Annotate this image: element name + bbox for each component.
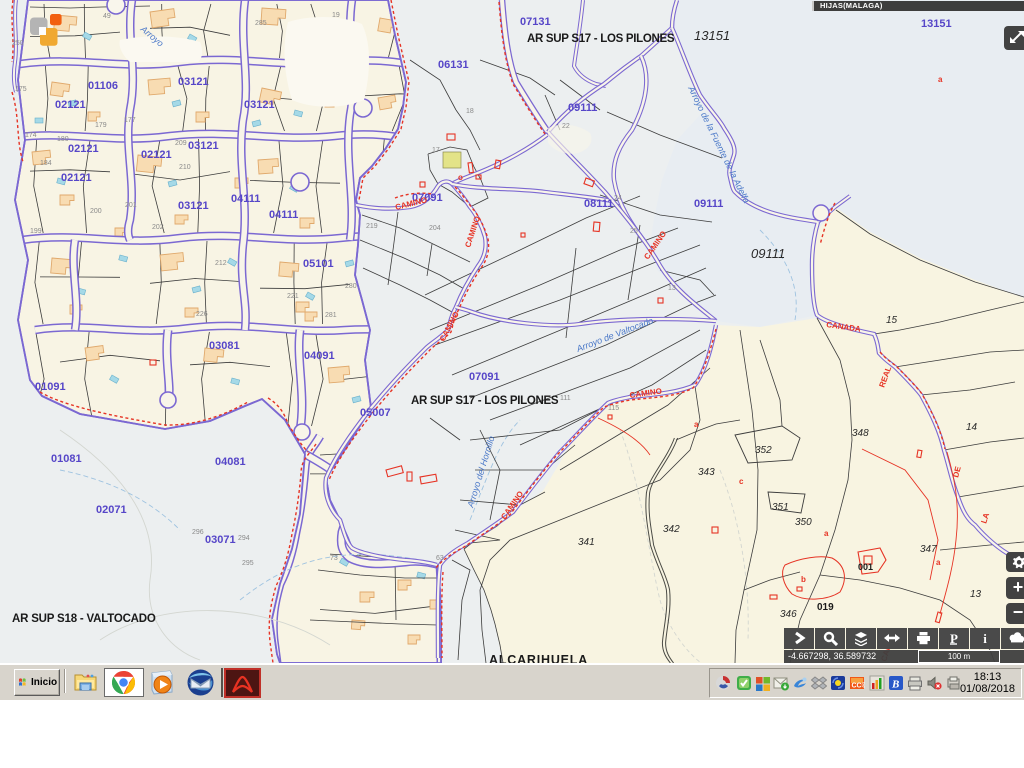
svg-text:115: 115 <box>608 405 619 412</box>
svg-text:179: 179 <box>95 122 107 129</box>
svg-text:07091: 07091 <box>469 371 500 383</box>
svg-text:02121: 02121 <box>68 143 99 155</box>
svg-text:09111: 09111 <box>694 198 723 210</box>
svg-text:14: 14 <box>966 422 978 433</box>
svg-text:AR SUP S17 - LOS PILONES: AR SUP S17 - LOS PILONES <box>411 395 559 407</box>
svg-text:05007: 05007 <box>360 407 391 419</box>
svg-text:180: 180 <box>57 136 69 143</box>
svg-text:AR SUP S18 - VALTOCADO: AR SUP S18 - VALTOCADO <box>12 613 156 625</box>
svg-text:348: 348 <box>852 428 869 439</box>
svg-text:347: 347 <box>920 544 937 555</box>
svg-text:63: 63 <box>436 555 444 562</box>
svg-text:ALCARIHUELA: ALCARIHUELA <box>489 653 588 663</box>
svg-text:18: 18 <box>466 108 474 115</box>
svg-text:352: 352 <box>755 445 772 456</box>
svg-text:03121: 03121 <box>188 140 219 152</box>
svg-text:24: 24 <box>614 195 622 202</box>
svg-text:08111: 08111 <box>584 198 613 210</box>
svg-text:281: 281 <box>325 312 337 319</box>
svg-text:210: 210 <box>179 164 191 171</box>
svg-text:05101: 05101 <box>303 258 334 270</box>
svg-text:199: 199 <box>30 228 42 235</box>
svg-text:280: 280 <box>345 283 357 290</box>
svg-text:111: 111 <box>560 395 571 402</box>
svg-text:22: 22 <box>562 123 570 130</box>
svg-text:13151: 13151 <box>694 28 730 43</box>
svg-text:04081: 04081 <box>215 456 246 468</box>
svg-text:04111: 04111 <box>269 209 298 221</box>
svg-text:a: a <box>824 529 829 538</box>
svg-text:17: 17 <box>432 147 440 154</box>
svg-text:212: 212 <box>215 260 227 267</box>
svg-text:294: 294 <box>238 535 250 542</box>
svg-text:019: 019 <box>817 602 834 613</box>
svg-text:226: 226 <box>196 311 208 318</box>
svg-text:49: 49 <box>103 13 111 20</box>
svg-text:a: a <box>694 420 699 429</box>
svg-text:03081: 03081 <box>209 340 240 352</box>
svg-text:13: 13 <box>668 285 676 292</box>
svg-text:B: B <box>891 679 899 691</box>
svg-text:06131: 06131 <box>438 59 469 71</box>
svg-text:CC©: CC© <box>852 682 866 690</box>
svg-text:01081: 01081 <box>51 453 82 465</box>
svg-text:19: 19 <box>332 12 340 19</box>
svg-text:AR SUP S17 - LOS PILONES: AR SUP S17 - LOS PILONES <box>527 33 675 45</box>
svg-text:03121: 03121 <box>178 76 209 88</box>
svg-text:03121: 03121 <box>244 99 275 111</box>
svg-text:177: 177 <box>124 117 136 124</box>
svg-text:209: 209 <box>175 140 187 147</box>
svg-text:250: 250 <box>12 40 24 47</box>
svg-text:02121: 02121 <box>55 99 86 111</box>
svg-text:02071: 02071 <box>96 504 127 516</box>
svg-text:285: 285 <box>255 20 267 27</box>
svg-text:13151: 13151 <box>921 18 952 30</box>
svg-text:c: c <box>739 477 744 486</box>
svg-text:07131: 07131 <box>520 16 551 28</box>
svg-text:03071: 03071 <box>205 534 236 546</box>
svg-text:01106: 01106 <box>88 80 118 92</box>
svg-text:202: 202 <box>152 224 164 231</box>
svg-text:a: a <box>938 75 943 84</box>
svg-text:221: 221 <box>287 293 299 300</box>
svg-text:03121: 03121 <box>178 200 209 212</box>
svg-text:02121: 02121 <box>61 172 92 184</box>
svg-text:13: 13 <box>970 589 982 600</box>
svg-text:184: 184 <box>40 160 52 167</box>
svg-text:351: 351 <box>772 502 789 513</box>
svg-text:001: 001 <box>858 562 873 572</box>
svg-text:175: 175 <box>15 86 27 93</box>
svg-text:01091: 01091 <box>35 381 66 393</box>
svg-text:b: b <box>801 575 806 584</box>
svg-text:343: 343 <box>698 467 715 478</box>
svg-text:219: 219 <box>366 223 378 230</box>
svg-text:o: o <box>458 173 463 182</box>
svg-text:73: 73 <box>330 555 338 562</box>
svg-text:04111: 04111 <box>231 193 260 205</box>
svg-text:341: 341 <box>578 537 595 548</box>
svg-text:342: 342 <box>663 524 680 535</box>
svg-text:200: 200 <box>90 208 102 215</box>
svg-text:25: 25 <box>630 228 638 235</box>
svg-text:174: 174 <box>25 132 37 139</box>
svg-text:04091: 04091 <box>304 350 335 362</box>
svg-text:09111: 09111 <box>751 246 785 261</box>
svg-text:296: 296 <box>192 529 204 536</box>
svg-text:02121: 02121 <box>141 149 172 161</box>
svg-text:295: 295 <box>242 560 254 567</box>
svg-text:201: 201 <box>125 202 137 209</box>
svg-text:15: 15 <box>886 315 898 326</box>
svg-text:a: a <box>936 558 941 567</box>
svg-text:09111: 09111 <box>568 102 597 114</box>
svg-text:350: 350 <box>795 517 812 528</box>
svg-text:346: 346 <box>780 609 797 620</box>
svg-text:204: 204 <box>429 225 441 232</box>
